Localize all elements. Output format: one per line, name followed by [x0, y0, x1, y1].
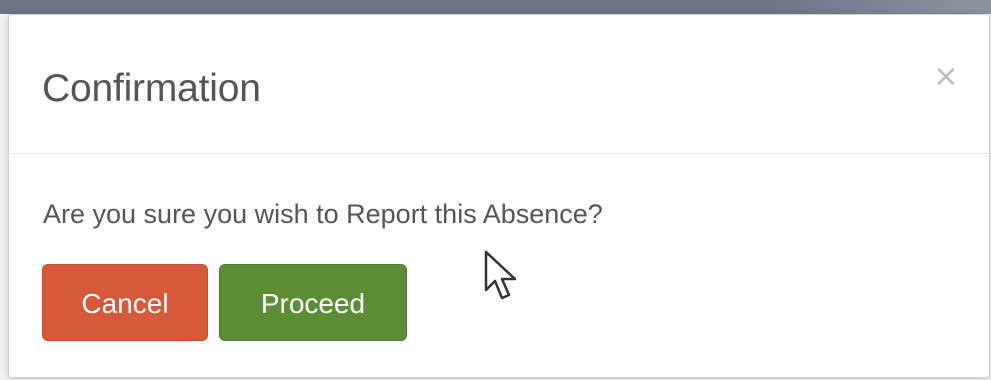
- confirmation-message: Are you sure you wish to Report this Abs…: [43, 199, 603, 229]
- confirmation-dialog: Confirmation × Are you sure you wish to …: [8, 14, 990, 378]
- page-backdrop: [0, 0, 991, 14]
- mouse-pointer-icon: [484, 250, 517, 300]
- dialog-header: Confirmation ×: [9, 15, 989, 154]
- close-icon[interactable]: ×: [931, 59, 961, 95]
- dialog-title: Confirmation: [42, 67, 261, 110]
- proceed-button[interactable]: Proceed: [219, 264, 407, 341]
- cancel-button[interactable]: Cancel: [42, 264, 208, 341]
